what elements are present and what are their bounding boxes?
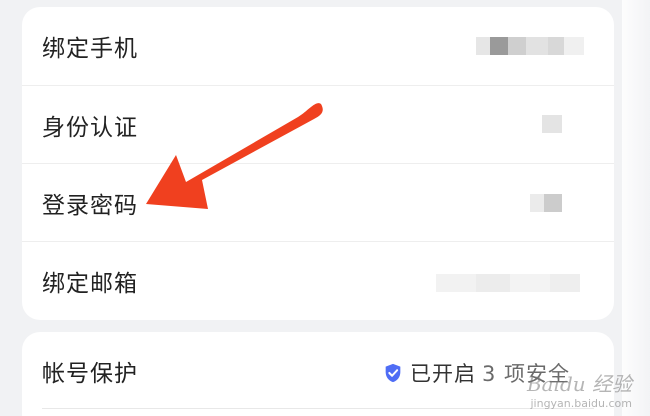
protection-status-text: 已开启 xyxy=(409,362,476,386)
bind-phone-row[interactable]: 绑定手机 xyxy=(22,7,614,85)
email-value-masked xyxy=(436,274,580,292)
account-security-screen: 绑定手机 身份认证 登录密码 绑定邮箱 帐号保护 已开启 3 项安全 Baidu… xyxy=(0,0,650,416)
login-password-label: 登录密码 xyxy=(42,192,138,219)
watermark: Baidu 经验 jingyan.baidu.com xyxy=(527,368,632,410)
phone-value-masked xyxy=(476,37,584,55)
password-value-masked xyxy=(530,194,562,212)
divider xyxy=(42,408,594,409)
bind-email-row[interactable]: 绑定邮箱 xyxy=(22,241,614,319)
account-protection-card: 帐号保护 已开启 3 项安全 xyxy=(22,332,614,416)
right-edge-shade xyxy=(622,0,650,416)
identity-verification-row[interactable]: 身份认证 xyxy=(22,85,614,163)
account-protection-label: 帐号保护 xyxy=(42,361,138,387)
identity-value-masked xyxy=(542,115,562,133)
bind-email-label: 绑定邮箱 xyxy=(42,270,138,297)
bind-phone-label: 绑定手机 xyxy=(42,36,138,62)
watermark-url: jingyan.baidu.com xyxy=(530,397,632,410)
identity-verification-label: 身份认证 xyxy=(42,114,138,141)
account-settings-card: 绑定手机 身份认证 登录密码 绑定邮箱 xyxy=(22,7,614,320)
shield-check-icon xyxy=(385,363,401,383)
login-password-row[interactable]: 登录密码 xyxy=(22,163,614,241)
watermark-logo: Baidu 经验 xyxy=(526,372,632,396)
